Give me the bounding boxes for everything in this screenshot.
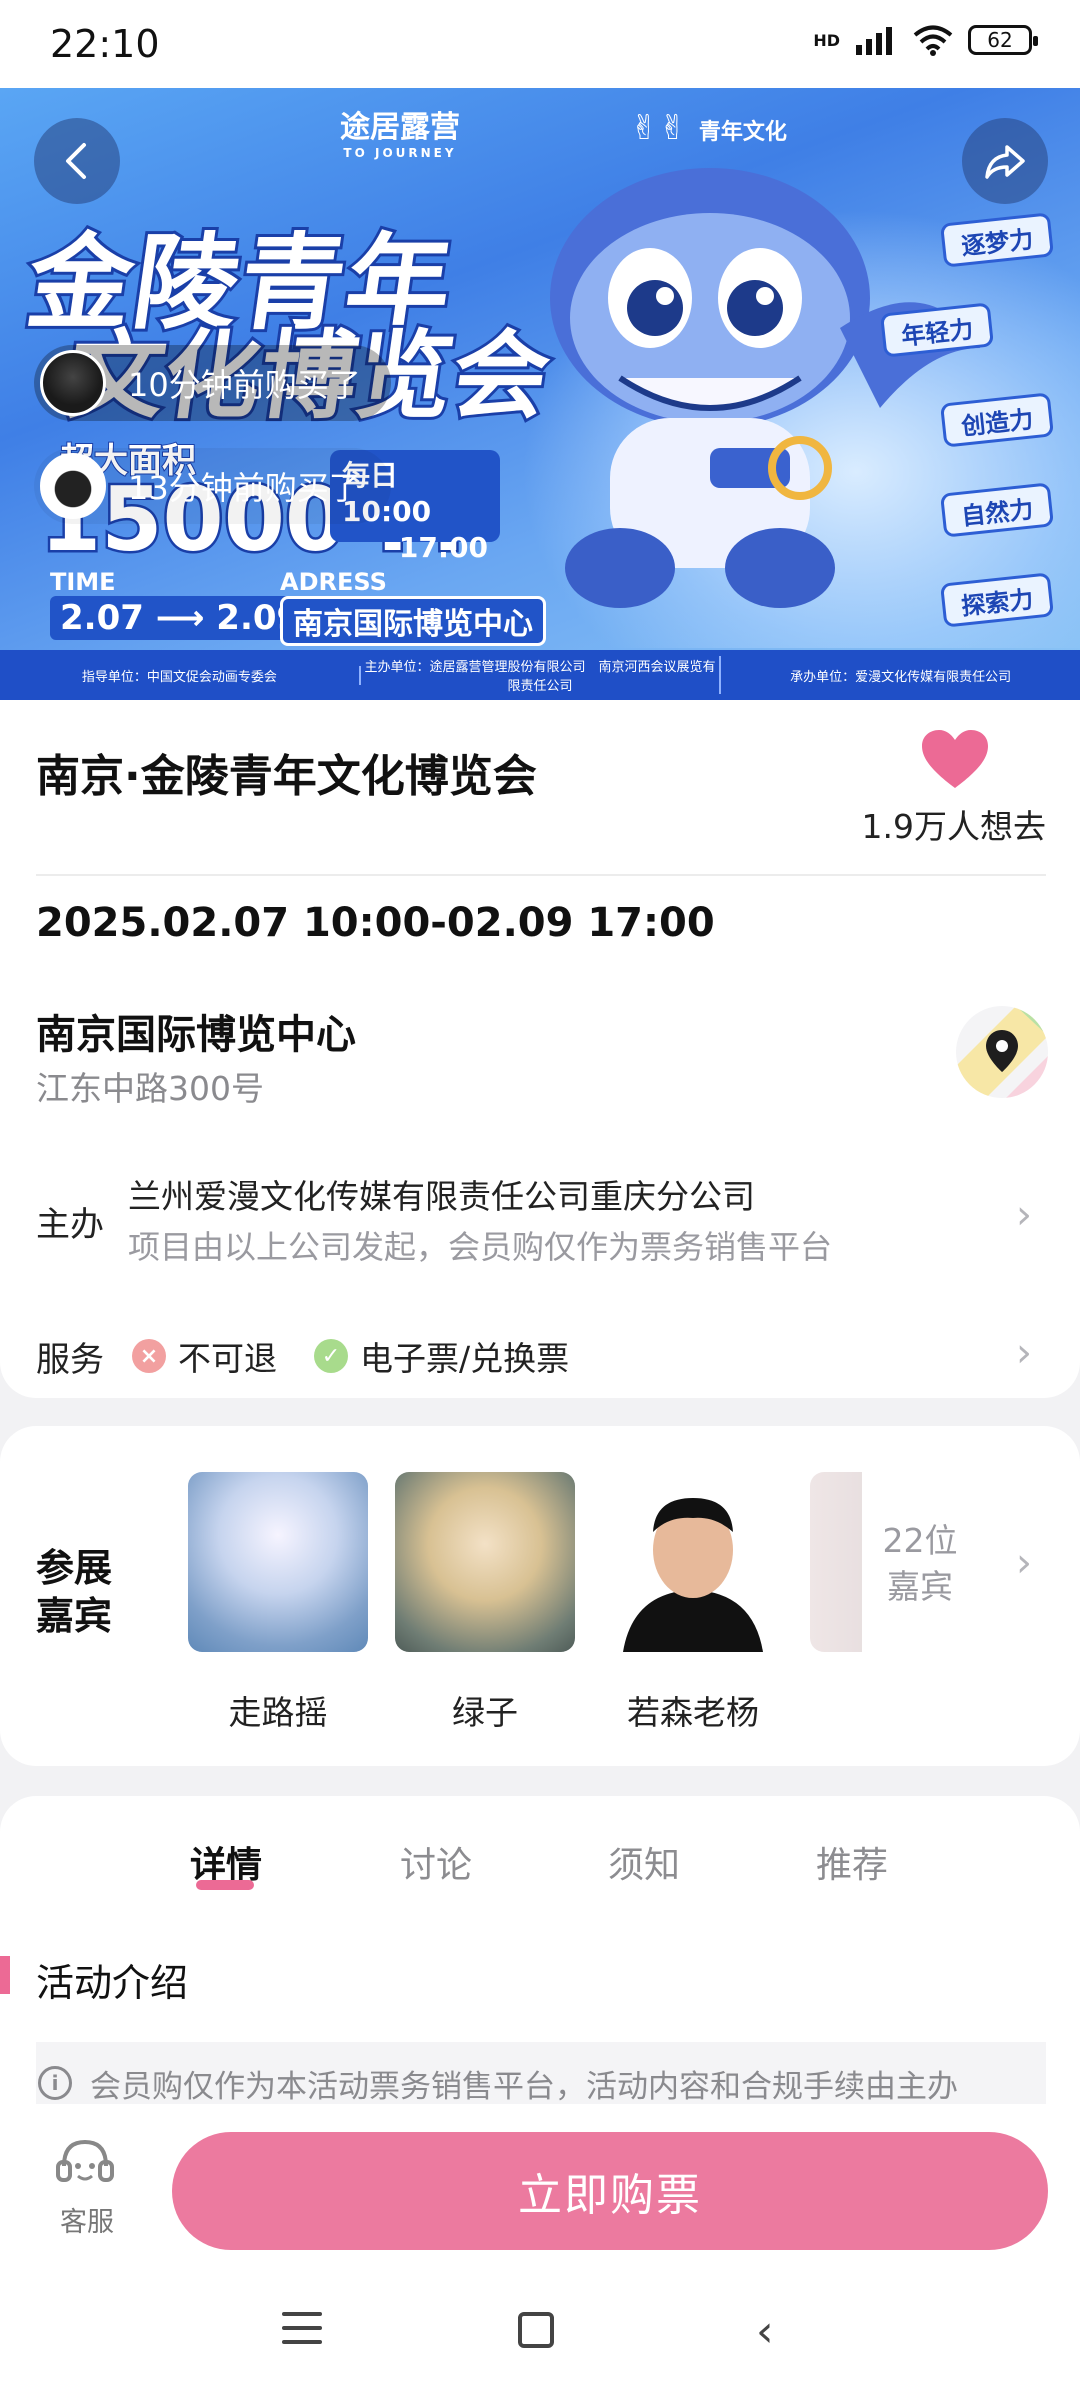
buyer-avatar (40, 453, 106, 519)
event-title: 南京·金陵青年文化博览会 (36, 751, 537, 802)
sponsor-bar: 指导单位：中国文促会动画专委会 主办单位：途居露营管理股份有限公司 南京河西会议… (0, 650, 1080, 700)
time-label: TIME (50, 568, 116, 596)
status-icons: HD 62 (813, 24, 1038, 56)
guest-card[interactable]: 走路摇 (188, 1472, 368, 1734)
heart-icon[interactable] (920, 728, 990, 790)
guest-name: 绿子 (452, 1693, 518, 1732)
dolphin-mascot-illustration (550, 168, 980, 608)
guests-count[interactable]: 22位嘉宾 (870, 1518, 970, 1610)
service-label: 服务 (36, 1340, 104, 1380)
buy-ticket-button[interactable]: 立即购票 (172, 2132, 1048, 2250)
organizer-name[interactable]: 兰州爱漫文化传媒有限责任公司重庆分公司 (128, 1170, 755, 1218)
brand-logo: 途居露营 TO JOURNEY (340, 102, 460, 160)
guest-photo (603, 1472, 783, 1652)
chevron-right-icon[interactable]: › (1016, 1192, 1032, 1238)
chevron-left-icon (66, 143, 86, 179)
guest-card[interactable]: 若森老杨 (603, 1472, 783, 1734)
partner-name: 青年文化 (698, 120, 787, 145)
tab-recommend[interactable]: 推荐 (816, 1836, 888, 1888)
map-icon[interactable] (956, 1006, 1048, 1098)
banner-tag: 创造力 (940, 392, 1054, 448)
recent-buyer-bubble: 13分钟前购买了 (34, 448, 391, 524)
banner-tag: 逐梦力 (940, 212, 1054, 268)
guest-photo (188, 1472, 368, 1652)
organizer-label: 主办 (36, 1205, 104, 1245)
brand-subtitle: TO JOURNEY (343, 146, 457, 160)
banner-time: TIME 2.07 ⟶ 2.09 (50, 568, 311, 640)
info-icon: i (38, 2066, 72, 2100)
tab-discussion[interactable]: 讨论 (400, 1836, 472, 1888)
guest-card[interactable]: 绿子 (395, 1472, 575, 1734)
partner-mark-icon: ✌✌ (630, 108, 699, 148)
partner-logo: ✌✌ 青年文化 (630, 108, 787, 148)
divider (36, 874, 1046, 876)
recent-buyer-bubble: 10分钟前购买了 (34, 345, 391, 421)
sponsor-host: 主办单位：途居露营管理股份有限公司 南京河西会议展览有限责任公司 (361, 656, 722, 694)
active-tab-indicator (196, 1880, 254, 1890)
service-text: 电子票/兑换票 (360, 1339, 570, 1378)
customer-service-label[interactable]: 客服 (50, 2200, 124, 2239)
notice-text: 会员购仅作为本活动票务销售平台，活动内容和合规手续由主办 (90, 2068, 958, 2105)
back-button[interactable] (34, 118, 120, 204)
share-icon (985, 145, 1025, 179)
buyer-text: 13分钟前购买了 (128, 469, 361, 507)
sponsor-guide: 指导单位：中国文促会动画专委会 (0, 665, 361, 685)
status-bar: 22:10 HD 62 (0, 0, 1080, 88)
venue-address[interactable]: 江东中路300号 (36, 1062, 264, 1110)
share-button[interactable] (962, 118, 1048, 204)
service-item-eticket[interactable]: ✓ 电子票/兑换票 (314, 1332, 569, 1380)
network-type: HD (813, 30, 840, 50)
back-icon[interactable]: ‹ (756, 2306, 774, 2357)
service-item-no-refund[interactable]: × 不可退 (132, 1332, 277, 1380)
menu-icon[interactable] (282, 2312, 322, 2354)
brand-name: 途居露营 (340, 110, 460, 145)
venue-name[interactable]: 南京国际博览中心 (36, 1002, 356, 1060)
time-value: 2.07 ⟶ 2.09 (50, 596, 311, 640)
status-time: 22:10 (50, 22, 160, 66)
check-icon: ✓ (314, 1339, 348, 1373)
battery-level: 62 (987, 28, 1013, 52)
guests-label: 参展嘉宾 (36, 1546, 113, 1638)
signal-icon (856, 27, 892, 55)
event-datetime: 2025.02.07 10:00-02.09 17:00 (36, 900, 715, 946)
guest-name: 若森老杨 (627, 1693, 759, 1732)
home-icon[interactable] (518, 2312, 554, 2348)
wifi-icon (913, 25, 953, 56)
organizer-note: 项目由以上公司发起，会员购仅作为票务销售平台 (128, 1228, 833, 1266)
want-to-go-count: 1.9万人想去 (861, 807, 1046, 846)
section-title: 活动介绍 (36, 1961, 189, 2005)
sponsor-organizer: 承办单位：爱漫文化传媒有限责任公司 (790, 669, 1012, 685)
banner-tag-list: 逐梦力 年轻力 创造力 自然力 探索力 (880, 212, 1054, 628)
guest-portrait-illustration (623, 1498, 763, 1652)
guest-name: 走路摇 (228, 1693, 328, 1732)
customer-service-icon[interactable] (50, 2136, 120, 2196)
guest-card-partial[interactable] (810, 1472, 862, 1652)
banner-tag: 探索力 (940, 572, 1054, 628)
buyer-text: 10分钟前购买了 (128, 366, 361, 404)
guest-photo (810, 1472, 862, 1652)
buyer-avatar (40, 350, 106, 416)
service-text: 不可退 (178, 1339, 277, 1378)
chevron-right-icon[interactable]: › (1016, 1540, 1032, 1586)
banner-tag: 自然力 (940, 482, 1054, 538)
guest-photo (395, 1472, 575, 1652)
close-icon: × (132, 1339, 166, 1373)
battery-icon: 62 (968, 25, 1038, 55)
tab-notice[interactable]: 须知 (608, 1836, 680, 1888)
chevron-right-icon[interactable]: › (1016, 1330, 1032, 1376)
section-accent-bar (0, 1956, 10, 1994)
